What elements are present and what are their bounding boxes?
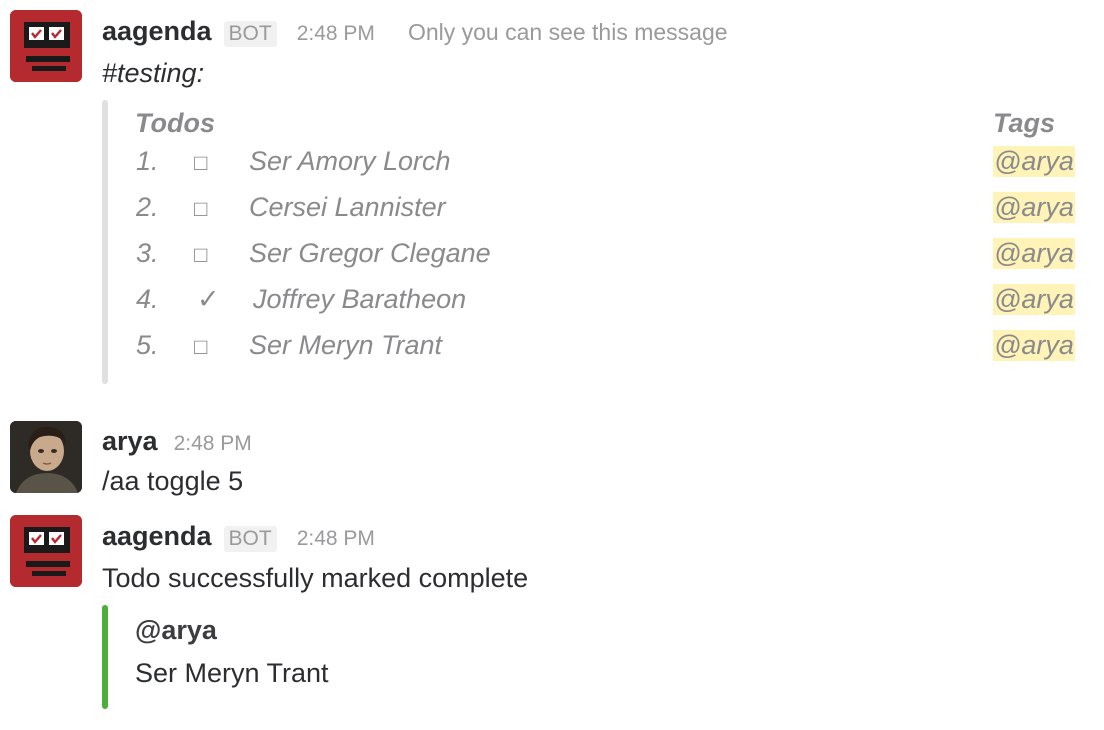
message-aagenda-confirm: aagenda BOT 2:48 PM Todo successfully ma… [0,505,1104,730]
message-timestamp[interactable]: 2:48 PM [174,432,252,456]
channel-line: #testing: [102,58,205,88]
todo-number: 2. [136,192,159,222]
attachment-text: Ser Meryn Trant [135,658,329,688]
todo-text: Ser Meryn Trant [249,330,443,360]
message-timestamp[interactable]: 2:48 PM [297,22,375,46]
todo-number: 3. [136,238,159,268]
robot-face-icon [10,10,82,82]
message-timestamp[interactable]: 2:48 PM [297,527,375,551]
checkbox-empty-icon: □ [194,242,208,267]
todo-text: Ser Gregor Clegane [249,238,491,268]
user-portrait-icon [10,421,82,493]
todo-tag[interactable]: @arya [993,192,1075,223]
todo-text: Cersei Lannister [249,192,446,222]
todo-row: 1. □ Ser Amory Lorch @arya [0,146,1104,186]
todo-row: 3. □ Ser Gregor Clegane @arya [0,238,1104,278]
bot-badge: BOT [223,526,277,552]
message-text: /aa toggle 5 [102,466,244,496]
todo-number: 5. [136,330,159,360]
todo-tag[interactable]: @arya [993,330,1075,361]
message-text: Todo successfully marked complete [102,563,529,593]
todos-column-header: Todos [135,108,215,138]
todo-row: 2. □ Cersei Lannister @arya [0,192,1104,232]
checkmark-icon: ✓ [197,284,220,314]
checkbox-empty-icon: □ [194,150,208,175]
todo-row: 4. ✓ Joffrey Baratheon @arya [0,284,1104,324]
arya-avatar[interactable] [10,421,82,493]
attachment-bar [102,605,108,709]
message-header: aagenda BOT 2:48 PM Only you can see thi… [102,16,728,47]
todo-text: Joffrey Baratheon [253,284,467,314]
robot-face-icon [10,515,82,587]
todo-text: Ser Amory Lorch [249,146,451,176]
tags-column-header: Tags [993,108,1056,138]
checkbox-empty-icon: □ [194,196,208,221]
message-header: arya 2:48 PM [102,426,252,457]
author-name[interactable]: aagenda [102,521,212,552]
bot-badge: BOT [223,21,277,47]
author-name[interactable]: aagenda [102,16,212,47]
aagenda-bot-avatar[interactable] [10,515,82,587]
todo-number: 4. [136,284,159,314]
todo-tag[interactable]: @arya [993,284,1075,315]
checkbox-empty-icon: □ [194,334,208,359]
message-aagenda-todos: aagenda BOT 2:48 PM Only you can see thi… [0,0,1104,400]
todo-number: 1. [136,146,159,176]
attachment-title[interactable]: @arya [135,615,217,646]
message-header: aagenda BOT 2:48 PM [102,521,375,552]
todo-tag[interactable]: @arya [993,238,1075,269]
todo-row: 5. □ Ser Meryn Trant @arya [0,330,1104,370]
todo-tag[interactable]: @arya [993,146,1075,177]
author-name[interactable]: arya [102,426,158,457]
message-arya: arya 2:48 PM /aa toggle 5 [0,410,1104,505]
aagenda-bot-avatar[interactable] [10,10,82,82]
ephemeral-note: Only you can see this message [407,19,728,45]
